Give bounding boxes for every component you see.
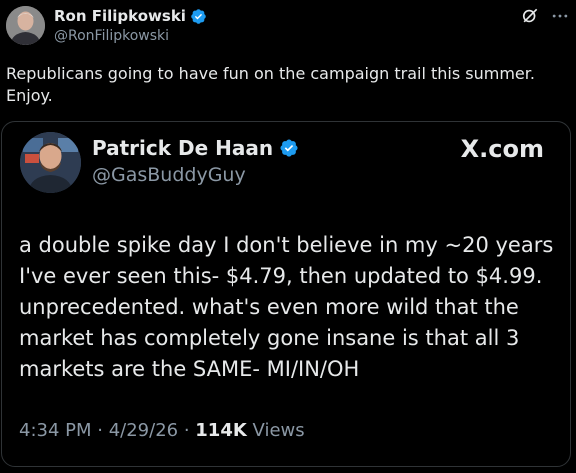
quoted-author-name-row[interactable]: Patrick De Haan (92, 136, 299, 160)
quoted-tweet-card[interactable]: Patrick De Haan @GasBuddyGuy X.com a dou… (1, 121, 571, 467)
quoted-tweet-text: a double spike day I don't believe in my… (19, 233, 554, 381)
quoted-verified-badge-icon (280, 139, 298, 157)
quoted-tweet-meta: 4:34 PM · 4/29/26 · 114K Views (19, 420, 305, 441)
quoted-author-handle[interactable]: @GasBuddyGuy (92, 164, 246, 186)
views-label: Views (252, 420, 305, 441)
author-avatar[interactable] (6, 6, 45, 45)
verified-badge-icon (191, 8, 206, 24)
author-handle[interactable]: @RonFilipkowski (54, 28, 169, 44)
tweet-time[interactable]: 4:34 PM (19, 420, 92, 441)
top-actions (520, 6, 570, 26)
quoted-author-avatar[interactable] (20, 132, 81, 193)
tweet-text: Republicans going to have fun on the cam… (6, 64, 535, 105)
meta-separator: · (91, 420, 109, 441)
more-options-icon[interactable] (550, 6, 570, 26)
tweet-date[interactable]: 4/29/26 (109, 420, 178, 441)
grok-icon[interactable] (520, 6, 540, 26)
quoted-author-name[interactable]: Patrick De Haan (92, 136, 273, 160)
meta-separator: · (178, 420, 196, 441)
author-name[interactable]: Ron Filipkowski (54, 7, 186, 25)
views-count: 114K (195, 420, 247, 441)
author-name-row[interactable]: Ron Filipkowski (54, 7, 207, 25)
source-logo: X.com (460, 135, 544, 163)
